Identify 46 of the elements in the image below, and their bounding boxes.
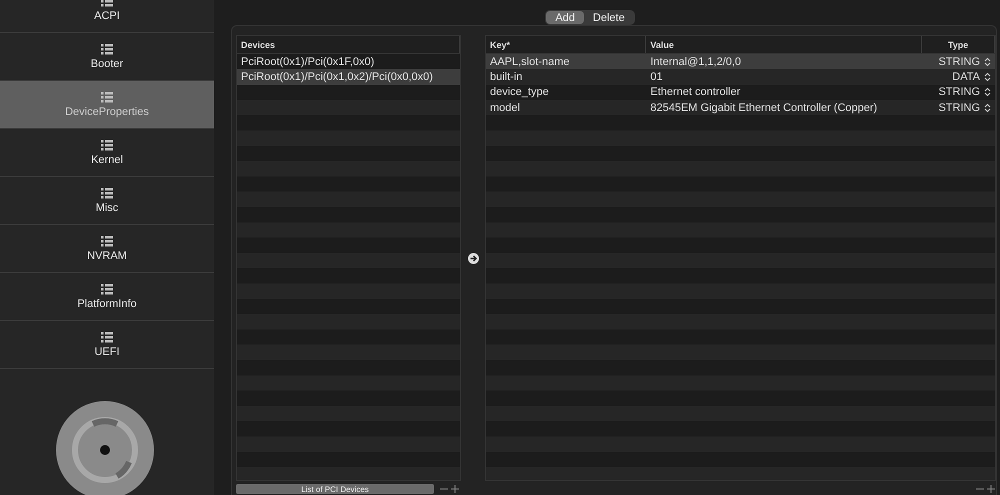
column-header[interactable]: Type: [922, 36, 995, 53]
value-cell-text: 01: [649, 70, 664, 83]
stepper-icon[interactable]: [984, 87, 991, 98]
sidebar-item[interactable]: NVRAM: [0, 225, 214, 273]
list-icon: [101, 139, 113, 151]
stepper-icon[interactable]: [984, 72, 991, 82]
key-cell-text: built-in: [489, 70, 524, 83]
value-cell-text: Ethernet controller: [649, 86, 742, 98]
key-cell-text: model: [489, 102, 521, 114]
sidebar-item[interactable]: UEFI: [0, 321, 214, 369]
list-icon: [101, 43, 113, 55]
key-cell-text: AAPL,slot-name: [489, 56, 570, 68]
value-cell-text: 82545EM Gigabit Ethernet Controller (Copper): [649, 102, 878, 114]
type-value: STRING: [938, 102, 980, 114]
sidebar-item[interactable]: Kernel: [0, 129, 214, 177]
remove-add-icon[interactable]: [976, 485, 996, 493]
type-value: STRING: [938, 56, 980, 68]
column-header[interactable]: Devices: [237, 36, 460, 53]
device-path: PciRoot(0x1)/Pci(0x1,0x2)/Pci(0x0,0x0): [240, 70, 434, 83]
value-cell-text: Internal@1,1,2/0,0: [649, 56, 742, 68]
sidebar-item[interactable]: ACPI: [0, 0, 214, 33]
key-cell-text: device_type: [489, 86, 550, 98]
segment-button[interactable]: Add: [546, 11, 584, 24]
arrow-button-icon[interactable]: [468, 252, 478, 264]
type-value: DATA: [952, 70, 980, 83]
column-header[interactable]: Key*: [486, 36, 646, 53]
property-row[interactable]: device_type Ethernet controller STRING: [486, 84, 995, 100]
device-row[interactable]: PciRoot(0x1)/Pci(0x1,0x2)/Pci(0x0,0x0): [237, 69, 460, 85]
sidebar-item[interactable]: DeviceProperties: [0, 81, 214, 129]
device-list-popup[interactable]: List of PCI Devices: [236, 484, 434, 494]
stepper-icon[interactable]: [984, 102, 991, 113]
sidebar-item[interactable]: PlatformInfo: [0, 273, 214, 321]
device-path: PciRoot(0x1)/Pci(0x1F,0x0): [240, 56, 376, 68]
remove-add-icon[interactable]: [440, 485, 460, 493]
list-icon: [101, 187, 113, 199]
sidebar-item[interactable]: Misc: [0, 177, 214, 225]
segment-button[interactable]: Delete: [584, 11, 634, 24]
type-value: STRING: [938, 86, 980, 98]
device-row[interactable]: PciRoot(0x1)/Pci(0x1F,0x0): [237, 54, 460, 70]
list-icon: [101, 91, 113, 103]
stepper-icon[interactable]: [984, 56, 991, 67]
list-icon: [101, 283, 113, 295]
list-icon: [101, 331, 113, 343]
column-header[interactable]: Value: [646, 36, 922, 53]
list-icon: [101, 235, 113, 247]
property-row[interactable]: AAPL,slot-name Internal@1,1,2/0,0 STRING: [486, 54, 995, 70]
